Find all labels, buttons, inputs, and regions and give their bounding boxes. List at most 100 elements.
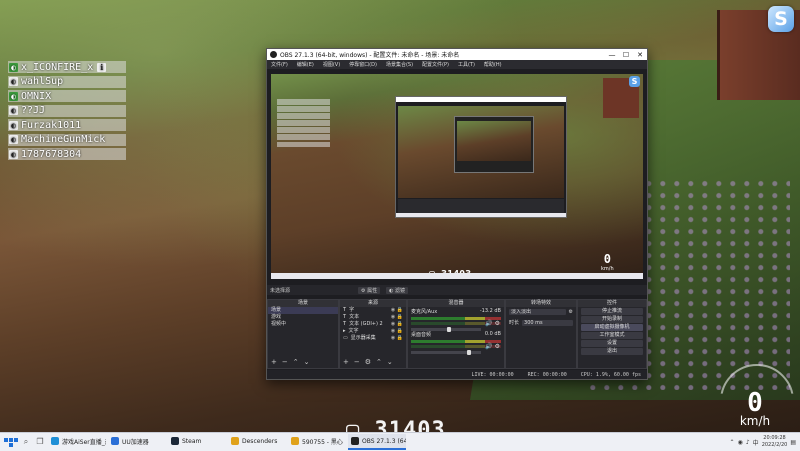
app-icon xyxy=(291,437,299,445)
taskbar-app[interactable]: OBS 27.1.3 (64-bi... xyxy=(348,434,406,450)
control-button[interactable]: 退出 xyxy=(581,348,643,355)
source-item[interactable]: T 文本 ◉ 🔒 xyxy=(340,314,406,321)
mixer-channel-name: 麦克风/Aux xyxy=(411,309,438,315)
obs-menubar: 文件(F) 编辑(E) 视图(V) 停靠窗口(D) 场景集合(S) 配置文件(P) 工具(T… xyxy=(267,60,647,69)
notification-icon[interactable]: ▤ xyxy=(790,439,796,446)
gear-icon[interactable]: ⚙ xyxy=(495,320,500,327)
source-label: 字 xyxy=(349,307,355,313)
menu-item[interactable]: 配置文件(P) xyxy=(422,61,449,68)
start-icon[interactable] xyxy=(3,433,19,451)
app-icon xyxy=(51,437,59,445)
clock[interactable]: 20:09:28 2022/2/20 xyxy=(762,435,788,449)
taskbar-app[interactable]: UU加速器 xyxy=(108,434,166,450)
control-button[interactable]: 工作室模式 xyxy=(581,332,643,339)
nested-inner-preview xyxy=(457,121,531,161)
source-settings-icon[interactable]: ⚙ xyxy=(365,358,371,366)
controller-icon: ◐ xyxy=(9,77,18,86)
volume-slider[interactable] xyxy=(411,350,481,355)
speaker-icon[interactable]: 🔊 xyxy=(485,343,494,350)
taskbar-app-label: OBS 27.1.3 (64-bi... xyxy=(362,437,406,445)
visibility-icon[interactable]: ◉ 🔒 xyxy=(391,335,403,342)
player-name: 1787678304 xyxy=(21,148,82,160)
search-icon[interactable]: ⌕ xyxy=(19,433,33,451)
scenes-dock: 场景 场景 游戏 视频中 + − ⌃ ⌄ xyxy=(267,299,339,369)
control-button[interactable]: 停止推流 xyxy=(581,308,643,315)
taskbar-app[interactable]: 游戏AiSer直播_热... xyxy=(48,434,106,450)
taskbar-app-label: Steam xyxy=(182,437,202,445)
taskbar-app[interactable]: Steam xyxy=(168,434,226,450)
obs-logo-icon xyxy=(270,51,277,58)
scene-item[interactable]: 游戏 xyxy=(268,314,338,321)
menu-item[interactable]: 工具(T) xyxy=(458,61,475,68)
scene-down-icon[interactable]: ⌄ xyxy=(304,358,310,366)
source-up-icon[interactable]: ⌃ xyxy=(376,358,382,366)
tray-overflow-icon[interactable]: ⌃ xyxy=(730,439,735,446)
obs-window[interactable]: OBS 27.1.3 (64-bit, windows) - 配置文件: 未命名… xyxy=(266,48,648,380)
transition-settings-icon[interactable]: ⚙ xyxy=(569,309,573,315)
source-item[interactable]: ▭ 显示器采集 ◉ 🔒 xyxy=(340,335,406,342)
volume-slider-knob[interactable] xyxy=(467,350,472,355)
menu-item[interactable]: 编辑(E) xyxy=(297,61,314,68)
control-button[interactable]: 启动虚拟摄像机 xyxy=(581,324,643,331)
add-source-icon[interactable]: + xyxy=(343,358,349,366)
add-scene-icon[interactable]: + xyxy=(271,358,277,366)
volume-icon[interactable]: ♪ xyxy=(746,439,750,446)
source-label: 显示器采集 xyxy=(350,335,376,341)
menu-item[interactable]: 场景集合(S) xyxy=(386,61,413,68)
speaker-icon[interactable]: 🔊 xyxy=(485,320,494,327)
mixer-channel-level: -13.2 dB xyxy=(479,308,501,314)
menu-item[interactable]: 文件(F) xyxy=(271,61,288,68)
menu-item[interactable]: 帮助(H) xyxy=(484,61,502,68)
obs-preview[interactable]: S ▢ 31403 0km/h xyxy=(271,74,643,279)
minimize-icon[interactable]: — xyxy=(605,51,619,59)
windows-taskbar: ⌕ ❐ 游戏AiSer直播_热... UU加速器 Steam Descenders 59… xyxy=(0,432,800,451)
player-list: ◐ x_ICONFIRE_x ℹ ◐ wahlSup ◐ OMNIX ◐ ??JJ ◐ Furzak… xyxy=(8,61,126,163)
obs-titlebar[interactable]: OBS 27.1.3 (64-bit, windows) - 配置文件: 未命名… xyxy=(267,49,647,60)
source-down-icon[interactable]: ⌄ xyxy=(387,358,393,366)
visibility-icon[interactable]: ◉ 🔒 xyxy=(391,321,403,328)
obs-statusbar: LIVE: 00:00:00 REC: 00:00:00 CPU: 1.9%, … xyxy=(267,370,647,379)
control-button[interactable]: 设置 xyxy=(581,340,643,347)
properties-button[interactable]: ⚙ 属性 xyxy=(358,286,381,294)
duration-input[interactable]: 300 ms xyxy=(522,319,573,326)
filters-button[interactable]: ◐ 滤镜 xyxy=(386,286,409,294)
network-icon[interactable]: ◉ xyxy=(738,439,743,446)
cpu-status: CPU: 1.9%, 60.00 fps xyxy=(580,371,641,378)
scene-item[interactable]: 视频中 xyxy=(268,321,338,328)
source-label: 文本 xyxy=(349,314,360,320)
close-icon[interactable]: ✕ xyxy=(633,51,647,59)
transition-select[interactable]: 淡入淡出 xyxy=(509,309,566,315)
preview-player-row xyxy=(277,113,330,119)
menu-item[interactable]: 停靠窗口(D) xyxy=(349,61,377,68)
visibility-icon[interactable]: ◉ 🔒 xyxy=(391,307,403,314)
scene-item[interactable]: 场景 xyxy=(268,307,338,314)
preview-speed-unit: km/h xyxy=(601,266,614,272)
taskbar-app[interactable]: 590755 - 黑心 xyxy=(288,434,346,450)
source-item[interactable]: T 文本 (GDI+) 2 ◉ 🔒 xyxy=(340,321,406,328)
preview-logo-icon: S xyxy=(629,76,640,87)
mixer-channel-level: 0.0 dB xyxy=(484,331,501,337)
scene-up-icon[interactable]: ⌃ xyxy=(293,358,299,366)
taskbar-app[interactable]: Descenders xyxy=(228,434,286,450)
visibility-icon[interactable]: ◉ 🔒 xyxy=(391,328,403,335)
source-item[interactable]: T 字 ◉ 🔒 xyxy=(340,307,406,314)
gear-icon[interactable]: ⚙ xyxy=(495,343,500,350)
controller-icon: ◐ xyxy=(9,106,18,115)
control-button[interactable]: 开始录制 xyxy=(581,316,643,323)
live-status: LIVE: 00:00:00 xyxy=(471,371,514,378)
ime-icon[interactable]: 中 xyxy=(753,438,759,447)
player-row: ◐ 1787678304 xyxy=(8,148,126,160)
remove-source-icon[interactable]: − xyxy=(354,358,360,366)
source-item[interactable]: ▸ 文字 ◉ 🔒 xyxy=(340,328,406,335)
maximize-icon[interactable]: ☐ xyxy=(619,51,633,59)
menu-item[interactable]: 视图(V) xyxy=(323,61,340,68)
app-icon xyxy=(171,437,179,445)
sources-toolbar: + − ⚙ ⌃ ⌄ xyxy=(343,358,393,366)
nested-obs-capture xyxy=(395,96,567,218)
visibility-icon[interactable]: ◉ 🔒 xyxy=(391,314,403,321)
source-context-bar: 未选择源 ⚙ 属性 ◐ 滤镜 xyxy=(267,285,647,295)
player-name: MachineGunMick xyxy=(21,134,106,145)
task-view-icon[interactable]: ❐ xyxy=(33,433,47,451)
controller-icon: ◐ xyxy=(9,135,18,144)
remove-scene-icon[interactable]: − xyxy=(282,358,288,366)
